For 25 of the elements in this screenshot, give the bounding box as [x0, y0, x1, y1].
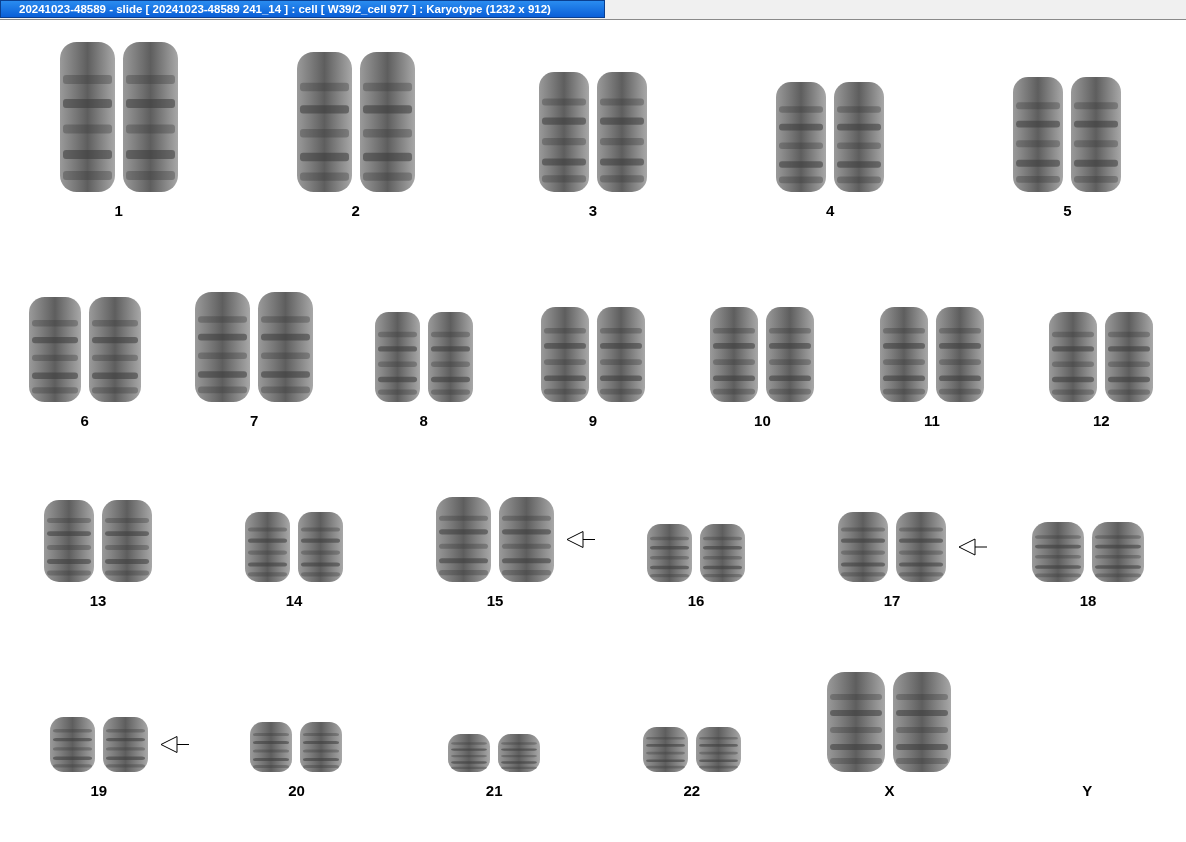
chromosome-label: 9	[588, 412, 598, 429]
chromosome-label: 6	[80, 412, 89, 429]
chromosome-label: 19	[90, 782, 108, 799]
chromosome-label: X	[884, 782, 895, 799]
chromosome-label: 5	[1063, 202, 1072, 219]
chromosome-label: 11	[923, 412, 940, 429]
chromosome-label: 13	[89, 592, 107, 609]
chromosome-label: 22	[683, 782, 701, 799]
chromosome-label: 15	[486, 592, 504, 609]
chromosome-label: 20	[288, 782, 305, 799]
chromosome-label: 4	[826, 202, 835, 219]
chromosome-label: 7	[249, 412, 259, 429]
chromosome-label: Y	[1082, 782, 1093, 799]
chromosome-label: 17	[883, 592, 901, 609]
chromosome-label: 8	[419, 412, 428, 429]
chromosome-label: 21	[485, 782, 503, 799]
chromosome-label: 18	[1079, 592, 1097, 609]
chromosome-label: 14	[285, 592, 303, 609]
window-title: 20241023-48589 - slide [ 20241023-48589 241_14 ] : cell [ W39/2_cell 977 ] : Karyotype (1232 x 912)	[0, 0, 605, 18]
chromosome-label: 1	[114, 202, 123, 219]
chromosome-label: 3	[588, 202, 598, 219]
chromosome-label: 10	[754, 412, 771, 429]
chromosome-label: 2	[351, 202, 360, 219]
chromosome-label: 12	[1092, 412, 1110, 429]
chromosome-label: 16	[687, 592, 705, 609]
